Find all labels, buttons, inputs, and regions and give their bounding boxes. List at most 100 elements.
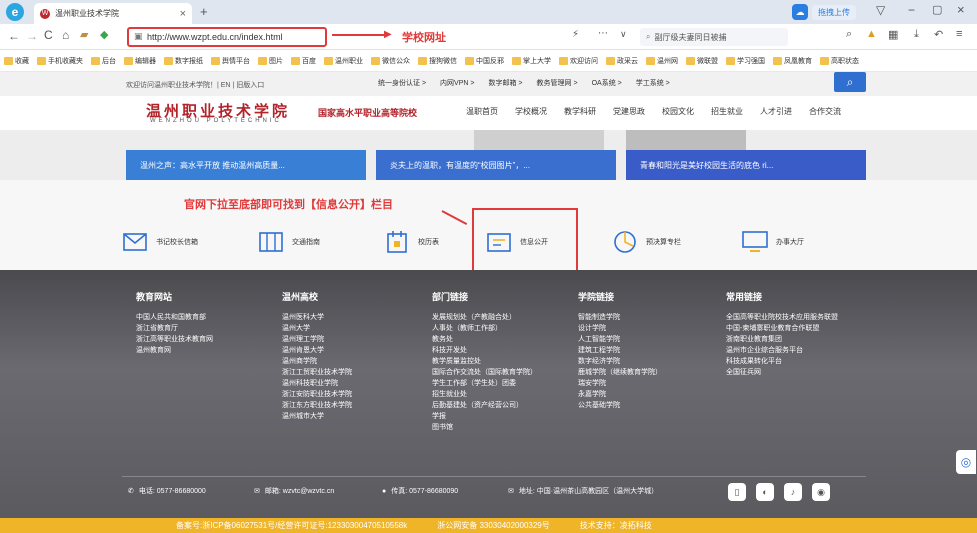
bookmark-item[interactable]: 搜狗微信: [418, 56, 457, 66]
footer-link[interactable]: 瑞安学院: [578, 378, 662, 389]
banner-card-3[interactable]: 青春和阳光是美好校园生活的底色 ri...: [626, 150, 866, 180]
footer-link[interactable]: 数字经济学院: [578, 356, 662, 367]
footer-link[interactable]: 科技成果转化平台: [726, 356, 838, 367]
nav-item[interactable]: 党建思政: [613, 106, 645, 117]
window-close-icon[interactable]: ×: [957, 2, 965, 17]
bookmark-item[interactable]: 舆情平台: [211, 56, 250, 66]
minimize-icon[interactable]: −: [908, 3, 915, 17]
footer-link[interactable]: 发展规划处（产教融合处）: [432, 312, 537, 323]
footer-link[interactable]: 中国人民共和国教育部: [136, 312, 213, 323]
quick-link-service-hall[interactable]: 办事大厅: [742, 226, 804, 258]
bookmark-item[interactable]: 温州网: [646, 56, 678, 66]
tab-close-icon[interactable]: ×: [180, 8, 186, 20]
quick-link-calendar[interactable]: 校历表: [384, 226, 439, 258]
bookmark-item[interactable]: 收藏: [4, 56, 29, 66]
footer-link[interactable]: 浙江安防职业技术学院: [282, 389, 352, 400]
bookmark-item[interactable]: 高职状态: [820, 56, 859, 66]
flash-icon[interactable]: ⚡: [572, 29, 579, 40]
footer-link[interactable]: 温州教育网: [136, 345, 213, 356]
footer-link[interactable]: 招生就业处: [432, 389, 537, 400]
bookmark-item[interactable]: 图片: [258, 56, 283, 66]
quick-link-traffic[interactable]: 交通指南: [258, 226, 320, 258]
footer-link[interactable]: 科技开发处: [432, 345, 537, 356]
footer-link[interactable]: 温州商学院: [282, 356, 352, 367]
back-icon[interactable]: ←: [8, 29, 20, 43]
weibo-icon[interactable]: ◉: [812, 483, 830, 501]
footer-link[interactable]: 温州理工学院: [282, 334, 352, 345]
upload-button[interactable]: ☁ 拖拽上传: [792, 4, 856, 20]
reload-icon[interactable]: C: [44, 28, 53, 42]
top-link-item[interactable]: 内网VPN >: [440, 78, 474, 88]
footer-link[interactable]: 学报: [432, 411, 537, 422]
extension-icon[interactable]: ▲: [866, 28, 877, 40]
quick-link-info-public[interactable]: 信息公开: [486, 226, 548, 258]
nav-item[interactable]: 教学科研: [564, 106, 596, 117]
footer-link[interactable]: 温州科技职业学院: [282, 378, 352, 389]
bookmark-icon[interactable]: ▰: [80, 28, 88, 41]
bookmark-item[interactable]: 温州职业: [324, 56, 363, 66]
footer-link[interactable]: 建筑工程学院: [578, 345, 662, 356]
footer-link[interactable]: 后勤基建处（资产经营公司）: [432, 400, 537, 411]
footer-link[interactable]: 温州城市大学: [282, 411, 352, 422]
footer-link[interactable]: 中国-柬埔寨职业教育合作联盟: [726, 323, 838, 334]
nav-item[interactable]: 合作交流: [809, 106, 841, 117]
top-link-item[interactable]: 教务管理网 >: [537, 78, 578, 88]
url-input[interactable]: ▣ http://www.wzpt.edu.cn/index.html: [127, 27, 327, 47]
site-search-button[interactable]: ⌕: [834, 72, 866, 92]
bookmark-item[interactable]: 编辑器: [124, 56, 156, 66]
douyin-icon[interactable]: ♪: [784, 483, 802, 501]
footer-link[interactable]: 学生工作部（学生处）团委: [432, 378, 537, 389]
bookmark-item[interactable]: 手机收藏夹: [37, 56, 83, 66]
welcome-text[interactable]: 欢迎访问温州职业技术学院！| EN | 旧版入口: [126, 80, 264, 90]
side-float-button[interactable]: ◎: [956, 450, 976, 474]
bookmark-item[interactable]: 凤凰教育: [773, 56, 812, 66]
tab-active[interactable]: W 温州职业技术学院 ×: [34, 3, 192, 24]
wechat-icon[interactable]: ◐: [756, 483, 774, 501]
footer-link[interactable]: 永嘉学院: [578, 389, 662, 400]
undo-icon[interactable]: ↶: [934, 28, 943, 41]
bookmark-item[interactable]: 微联盟: [686, 56, 718, 66]
footer-link[interactable]: 浙南职业教育集团: [726, 334, 838, 345]
search-input[interactable]: ⌕ 副厅级夫妻同日被捕: [640, 28, 788, 46]
top-link-item[interactable]: 统一身份认证 >: [378, 78, 426, 88]
footer-link[interactable]: 国际合作交流处（国际教育学院）: [432, 367, 537, 378]
download-icon[interactable]: ⤓: [914, 28, 919, 41]
footer-link[interactable]: 浙江工贸职业技术学院: [282, 367, 352, 378]
top-link-item[interactable]: OA系统 >: [592, 78, 622, 88]
bookmark-item[interactable]: 数字报纸: [164, 56, 203, 66]
bookmark-item[interactable]: 中国反邪: [465, 56, 504, 66]
bookmark-item[interactable]: 学习强国: [726, 56, 765, 66]
footer-link[interactable]: 鹿城学院（继续教育学院）: [578, 367, 662, 378]
bookmark-item[interactable]: 后台: [91, 56, 116, 66]
footer-link[interactable]: 浙江高等职业技术教育网: [136, 334, 213, 345]
top-link-item[interactable]: 学工系统 >: [636, 78, 670, 88]
bookmark-item[interactable]: 政采云: [606, 56, 638, 66]
police-record-text[interactable]: 浙公网安备 33030402000329号: [437, 520, 550, 531]
bookmark-item[interactable]: 掌上大学: [512, 56, 551, 66]
search-go-icon[interactable]: ⌕: [846, 28, 852, 41]
footer-link[interactable]: 浙江省教育厅: [136, 323, 213, 334]
footer-link[interactable]: 温州肯恩大学: [282, 345, 352, 356]
banner-card-1[interactable]: 温州之声：高水平开放 推动温州高质量...: [126, 150, 366, 180]
apps-icon[interactable]: ▦: [888, 28, 898, 41]
dropdown-icon[interactable]: ∨: [620, 29, 627, 40]
browser-logo-icon[interactable]: e: [6, 3, 24, 21]
home-icon[interactable]: ⌂: [62, 28, 69, 42]
footer-link[interactable]: 人事处（教师工作部）: [432, 323, 537, 334]
footer-link[interactable]: 人工智能学院: [578, 334, 662, 345]
top-link-item[interactable]: 数字邮箱 >: [488, 78, 522, 88]
maximize-icon[interactable]: ▢: [932, 3, 942, 16]
footer-link[interactable]: 浙江东方职业技术学院: [282, 400, 352, 411]
contact-email[interactable]: ✉ 邮箱: wzvtc@wzvtc.cn: [254, 486, 334, 496]
skin-icon[interactable]: ▽: [876, 3, 885, 17]
footer-link[interactable]: 图书馆: [432, 422, 537, 433]
menu-icon[interactable]: ≡: [956, 28, 962, 40]
footer-link[interactable]: 设计学院: [578, 323, 662, 334]
nav-item[interactable]: 人才引进: [760, 106, 792, 117]
icp-text[interactable]: 备案号:浙ICP备06027531号/经营许可证号:12330300470510…: [176, 520, 407, 531]
nav-item[interactable]: 学校概况: [515, 106, 547, 117]
shield-icon[interactable]: ◆: [100, 28, 108, 41]
quick-link-mailbox[interactable]: 书记校长信箱: [122, 226, 198, 258]
footer-link[interactable]: 温州医科大学: [282, 312, 352, 323]
footer-link[interactable]: 公共基础学院: [578, 400, 662, 411]
